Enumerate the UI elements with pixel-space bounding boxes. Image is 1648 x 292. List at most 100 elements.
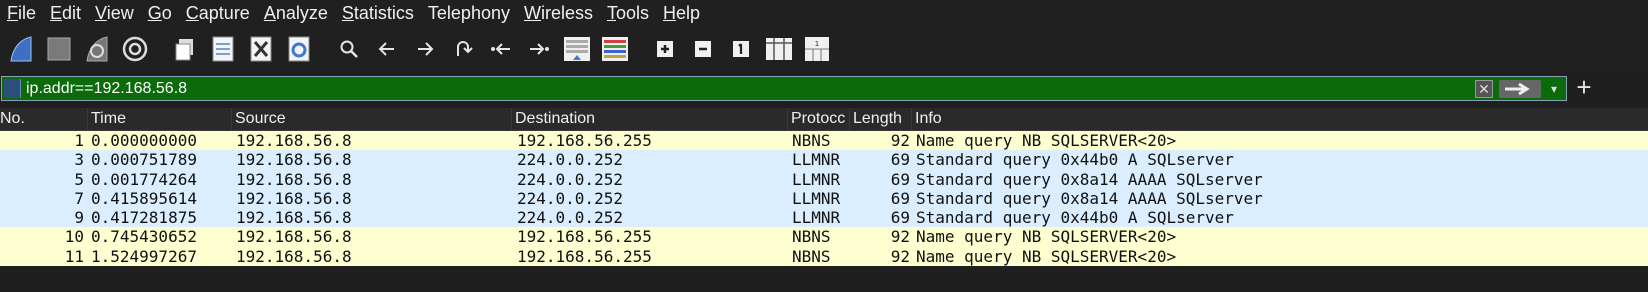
zoom-in-icon[interactable] xyxy=(648,32,682,66)
cell-no: 5 xyxy=(74,169,84,189)
cell-no: 7 xyxy=(74,188,84,208)
cell-source: 192.168.56.8 xyxy=(236,188,352,208)
cell-info: Standard query 0x44b0 A SQLserver xyxy=(916,208,1234,228)
last-packet-icon[interactable] xyxy=(522,32,556,66)
cell-protocol: LLMNR xyxy=(792,208,841,228)
cell-no: 3 xyxy=(74,150,84,170)
display-filter-field[interactable]: ip.addr==192.168.56.8 ✕ ▾ xyxy=(1,76,1567,101)
cell-length: 69 xyxy=(890,208,910,228)
menu-go[interactable]: Go xyxy=(141,0,179,27)
table-row[interactable]: 5 0.001774264 192.168.56.8 224.0.0.252 LLMNR… xyxy=(0,169,1648,189)
menu-wireless[interactable]: Wireless xyxy=(517,0,600,27)
column-header-length[interactable]: Length xyxy=(850,108,912,130)
cell-no: 9 xyxy=(74,208,84,228)
menu-capture[interactable]: Capture xyxy=(179,0,257,27)
apply-filter-icon[interactable] xyxy=(1499,80,1541,98)
cell-info: Standard query 0x8a14 AAAA SQLserver xyxy=(916,188,1263,208)
cell-protocol: LLMNR xyxy=(792,150,841,170)
table-row[interactable]: 3 0.000751789 192.168.56.8 224.0.0.252 LLMNR… xyxy=(0,150,1648,170)
reload-file-icon[interactable] xyxy=(282,32,316,66)
cell-protocol: NBNS xyxy=(792,227,831,247)
start-capture-icon[interactable] xyxy=(4,32,38,66)
cell-no: 1 xyxy=(74,131,84,150)
cell-destination: 192.168.56.255 xyxy=(517,227,652,247)
filter-bookmark-icon[interactable] xyxy=(4,79,21,98)
column-header-no[interactable]: No. xyxy=(0,108,88,130)
cell-source: 192.168.56.8 xyxy=(236,169,352,189)
add-filter-button-icon[interactable]: + xyxy=(1570,73,1598,101)
cell-destination: 192.168.56.255 xyxy=(517,131,652,150)
table-row[interactable]: 9 0.417281875 192.168.56.8 224.0.0.252 LLMNR… xyxy=(0,208,1648,228)
layout-icon[interactable]: 1 xyxy=(800,32,834,66)
menu-statistics[interactable]: Statistics xyxy=(335,0,421,27)
menu-file[interactable]: File xyxy=(0,0,43,27)
cell-time: 0.000000000 xyxy=(91,131,197,150)
colorize-icon[interactable] xyxy=(598,32,632,66)
cell-destination: 224.0.0.252 xyxy=(517,208,623,228)
cell-info: Name query NB SQLSERVER<20> xyxy=(916,246,1177,266)
cell-no: 10 xyxy=(64,227,84,247)
zoom-out-icon[interactable] xyxy=(686,32,720,66)
cell-time: 0.417281875 xyxy=(91,208,197,228)
clear-filter-icon[interactable]: ✕ xyxy=(1475,80,1493,98)
packet-list-header: No. Time Source Destination Protocc Leng… xyxy=(0,108,1648,131)
column-header-protocol[interactable]: Protocc xyxy=(788,108,850,130)
column-header-source[interactable]: Source xyxy=(232,108,512,130)
table-row[interactable]: 10 0.745430652 192.168.56.8 192.168.56.255 N… xyxy=(0,227,1648,247)
restart-capture-icon[interactable] xyxy=(80,32,114,66)
save-file-icon[interactable] xyxy=(206,32,240,66)
column-header-info[interactable]: Info xyxy=(912,108,1648,130)
cell-length: 92 xyxy=(890,246,910,266)
column-header-time[interactable]: Time xyxy=(88,108,232,130)
cell-length: 69 xyxy=(890,188,910,208)
cell-time: 0.000751789 xyxy=(91,150,197,170)
first-packet-icon[interactable] xyxy=(484,32,518,66)
menu-tools[interactable]: Tools xyxy=(600,0,656,27)
cell-info: Name query NB SQLSERVER<20> xyxy=(916,131,1177,150)
normal-size-icon[interactable] xyxy=(724,32,758,66)
cell-source: 192.168.56.8 xyxy=(236,227,352,247)
find-packet-icon[interactable] xyxy=(332,32,366,66)
packet-rows: 1 0.000000000 192.168.56.8 192.168.56.255 NB… xyxy=(0,131,1648,267)
cell-destination: 224.0.0.252 xyxy=(517,169,623,189)
stop-capture-icon[interactable] xyxy=(42,32,76,66)
cell-protocol: LLMNR xyxy=(792,188,841,208)
cell-info: Name query NB SQLSERVER<20> xyxy=(916,227,1177,247)
cell-no: 11 xyxy=(64,246,84,266)
capture-options-icon[interactable] xyxy=(118,32,152,66)
go-forward-icon[interactable] xyxy=(408,32,442,66)
cell-info: Standard query 0x44b0 A SQLserver xyxy=(916,150,1234,170)
cell-source: 192.168.56.8 xyxy=(236,246,352,266)
menu-help[interactable]: Help xyxy=(656,0,707,27)
cell-source: 192.168.56.8 xyxy=(236,208,352,228)
autoscroll-icon[interactable] xyxy=(560,32,594,66)
cell-length: 69 xyxy=(890,150,910,170)
table-row[interactable]: 1 0.000000000 192.168.56.8 192.168.56.255 NB… xyxy=(0,131,1648,151)
cell-protocol: NBNS xyxy=(792,246,831,266)
open-file-icon[interactable] xyxy=(168,32,202,66)
go-back-icon[interactable] xyxy=(370,32,404,66)
cell-destination: 224.0.0.252 xyxy=(517,150,623,170)
menu-edit[interactable]: Edit xyxy=(43,0,88,27)
cell-length: 69 xyxy=(890,169,910,189)
display-filter-bar: ip.addr==192.168.56.8 ✕ ▾ + xyxy=(0,73,1648,102)
bottom-divider xyxy=(0,270,1648,292)
cell-source: 192.168.56.8 xyxy=(236,150,352,170)
packet-list: No. Time Source Destination Protocc Leng… xyxy=(0,108,1648,267)
cell-time: 0.001774264 xyxy=(91,169,197,189)
menu-view[interactable]: View xyxy=(88,0,141,27)
svg-text:1: 1 xyxy=(815,40,819,48)
cell-time: 0.745430652 xyxy=(91,227,197,247)
table-row[interactable]: 7 0.415895614 192.168.56.8 224.0.0.252 LLMNR… xyxy=(0,188,1648,209)
menu-telephony[interactable]: Telephony xyxy=(421,0,517,27)
table-row[interactable]: 11 1.524997267 192.168.56.8 192.168.56.255 N… xyxy=(0,246,1648,267)
cell-protocol: LLMNR xyxy=(792,169,841,189)
close-file-icon[interactable] xyxy=(244,32,278,66)
cell-time: 1.524997267 xyxy=(91,246,197,266)
resize-columns-icon[interactable] xyxy=(762,32,796,66)
go-to-packet-icon[interactable] xyxy=(446,32,480,66)
filter-history-dropdown-icon[interactable]: ▾ xyxy=(1546,80,1562,98)
menu-analyze[interactable]: Analyze xyxy=(257,0,335,27)
display-filter-input[interactable]: ip.addr==192.168.56.8 xyxy=(26,78,1466,100)
column-header-destination[interactable]: Destination xyxy=(512,108,788,130)
